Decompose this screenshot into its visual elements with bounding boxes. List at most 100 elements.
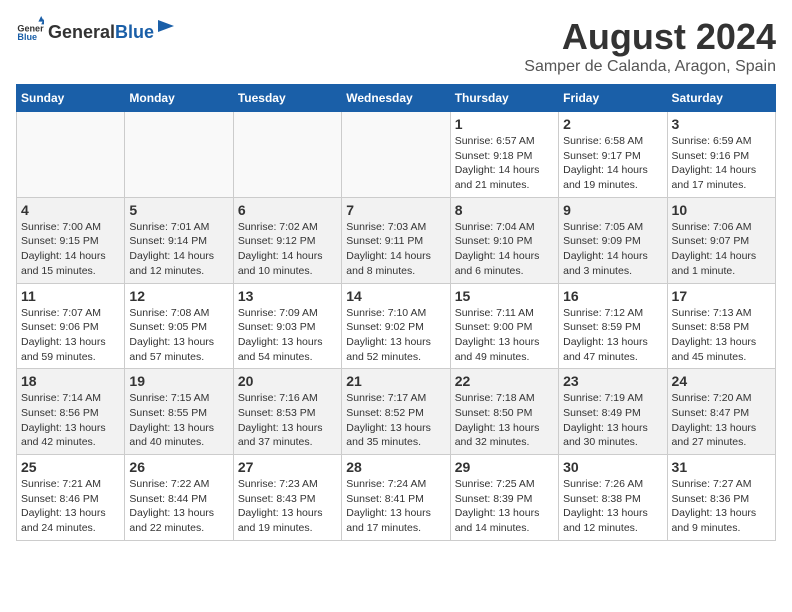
daylight-label: Daylight: 13 hours and 54 minutes. xyxy=(238,336,323,363)
sunrise-label: Sunrise: 7:16 AM xyxy=(238,392,318,404)
cell-content: Sunrise: 7:21 AMSunset: 8:46 PMDaylight:… xyxy=(21,477,120,536)
day-number: 13 xyxy=(238,288,337,304)
cell-content: Sunrise: 7:12 AMSunset: 8:59 PMDaylight:… xyxy=(563,306,662,365)
sunrise-label: Sunrise: 7:09 AM xyxy=(238,307,318,319)
cell-content: Sunrise: 7:16 AMSunset: 8:53 PMDaylight:… xyxy=(238,391,337,450)
sunrise-label: Sunrise: 7:01 AM xyxy=(129,221,209,233)
day-number: 6 xyxy=(238,202,337,218)
logo-blue: Blue xyxy=(115,22,154,43)
day-number: 9 xyxy=(563,202,662,218)
calendar-cell: 10Sunrise: 7:06 AMSunset: 9:07 PMDayligh… xyxy=(667,197,775,283)
daylight-label: Daylight: 14 hours and 15 minutes. xyxy=(21,250,106,277)
daylight-label: Daylight: 13 hours and 37 minutes. xyxy=(238,422,323,449)
calendar-cell: 19Sunrise: 7:15 AMSunset: 8:55 PMDayligh… xyxy=(125,369,233,455)
day-number: 18 xyxy=(21,373,120,389)
day-number: 27 xyxy=(238,459,337,475)
cell-content: Sunrise: 7:15 AMSunset: 8:55 PMDaylight:… xyxy=(129,391,228,450)
sunset-label: Sunset: 8:49 PM xyxy=(563,407,641,419)
calendar-cell xyxy=(233,112,341,198)
calendar-cell: 24Sunrise: 7:20 AMSunset: 8:47 PMDayligh… xyxy=(667,369,775,455)
calendar-cell: 7Sunrise: 7:03 AMSunset: 9:11 PMDaylight… xyxy=(342,197,450,283)
daylight-label: Daylight: 13 hours and 12 minutes. xyxy=(563,507,648,534)
day-number: 12 xyxy=(129,288,228,304)
sunset-label: Sunset: 9:12 PM xyxy=(238,235,316,247)
sunrise-label: Sunrise: 7:00 AM xyxy=(21,221,101,233)
calendar-cell: 14Sunrise: 7:10 AMSunset: 9:02 PMDayligh… xyxy=(342,283,450,369)
calendar-cell: 16Sunrise: 7:12 AMSunset: 8:59 PMDayligh… xyxy=(559,283,667,369)
day-number: 20 xyxy=(238,373,337,389)
sunrise-label: Sunrise: 7:12 AM xyxy=(563,307,643,319)
daylight-label: Daylight: 14 hours and 6 minutes. xyxy=(455,250,540,277)
sunrise-label: Sunrise: 6:58 AM xyxy=(563,135,643,147)
cell-content: Sunrise: 7:10 AMSunset: 9:02 PMDaylight:… xyxy=(346,306,445,365)
sunset-label: Sunset: 8:38 PM xyxy=(563,493,641,505)
sunrise-label: Sunrise: 7:19 AM xyxy=(563,392,643,404)
weekday-header-tuesday: Tuesday xyxy=(233,85,341,112)
cell-content: Sunrise: 7:22 AMSunset: 8:44 PMDaylight:… xyxy=(129,477,228,536)
sunset-label: Sunset: 9:02 PM xyxy=(346,321,424,333)
sunrise-label: Sunrise: 7:24 AM xyxy=(346,478,426,490)
daylight-label: Daylight: 13 hours and 14 minutes. xyxy=(455,507,540,534)
cell-content: Sunrise: 7:13 AMSunset: 8:58 PMDaylight:… xyxy=(672,306,771,365)
daylight-label: Daylight: 14 hours and 19 minutes. xyxy=(563,164,648,191)
day-number: 28 xyxy=(346,459,445,475)
day-number: 2 xyxy=(563,116,662,132)
cell-content: Sunrise: 7:23 AMSunset: 8:43 PMDaylight:… xyxy=(238,477,337,536)
day-number: 8 xyxy=(455,202,554,218)
sunrise-label: Sunrise: 7:05 AM xyxy=(563,221,643,233)
sunrise-label: Sunrise: 7:14 AM xyxy=(21,392,101,404)
calendar-cell: 21Sunrise: 7:17 AMSunset: 8:52 PMDayligh… xyxy=(342,369,450,455)
calendar-cell: 17Sunrise: 7:13 AMSunset: 8:58 PMDayligh… xyxy=(667,283,775,369)
sunset-label: Sunset: 9:05 PM xyxy=(129,321,207,333)
calendar-cell: 20 Sunrise: 7:16 AMSunset: 8:53 PMDayligh… xyxy=(233,369,341,455)
calendar-cell: 3Sunrise: 6:59 AMSunset: 9:16 PMDaylight… xyxy=(667,112,775,198)
day-number: 10 xyxy=(672,202,771,218)
logo-general: General xyxy=(48,22,115,43)
daylight-label: Daylight: 13 hours and 19 minutes. xyxy=(238,507,323,534)
day-number: 25 xyxy=(21,459,120,475)
cell-content: Sunrise: 7:18 AMSunset: 8:50 PMDaylight:… xyxy=(455,391,554,450)
sunset-label: Sunset: 8:55 PM xyxy=(129,407,207,419)
calendar-cell: 27 Sunrise: 7:23 AMSunset: 8:43 PMDayligh… xyxy=(233,455,341,541)
logo-icon: General Blue xyxy=(16,16,44,44)
calendar-cell: 8Sunrise: 7:04 AMSunset: 9:10 PMDaylight… xyxy=(450,197,558,283)
daylight-label: Daylight: 14 hours and 3 minutes. xyxy=(563,250,648,277)
daylight-label: Daylight: 13 hours and 49 minutes. xyxy=(455,336,540,363)
day-number: 31 xyxy=(672,459,771,475)
sunset-label: Sunset: 9:14 PM xyxy=(129,235,207,247)
cell-content: Sunrise: 7:19 AMSunset: 8:49 PMDaylight:… xyxy=(563,391,662,450)
calendar-cell xyxy=(17,112,125,198)
day-number: 23 xyxy=(563,373,662,389)
sunrise-label: Sunrise: 7:22 AM xyxy=(129,478,209,490)
sunrise-label: Sunrise: 7:15 AM xyxy=(129,392,209,404)
calendar-cell: 2 Sunrise: 6:58 AMSunset: 9:17 PMDaylight… xyxy=(559,112,667,198)
daylight-label: Daylight: 14 hours and 10 minutes. xyxy=(238,250,323,277)
calendar-week-3: 11Sunrise: 7:07 AMSunset: 9:06 PMDayligh… xyxy=(17,283,776,369)
cell-content: Sunrise: 7:03 AMSunset: 9:11 PMDaylight:… xyxy=(346,220,445,279)
cell-content: Sunrise: 7:00 AMSunset: 9:15 PMDaylight:… xyxy=(21,220,120,279)
sunset-label: Sunset: 8:50 PM xyxy=(455,407,533,419)
cell-content: Sunrise: 6:58 AMSunset: 9:17 PMDaylight:… xyxy=(563,134,662,193)
calendar-week-5: 25 Sunrise: 7:21 AM Sunset: 8:46 PM Dayligh… xyxy=(17,455,776,541)
calendar-subtitle: Samper de Calanda, Aragon, Spain xyxy=(524,58,776,76)
day-number: 4 xyxy=(21,202,120,218)
weekday-header-friday: Friday xyxy=(559,85,667,112)
weekday-header-row: SundayMondayTuesdayWednesdayThursdayFrid… xyxy=(17,85,776,112)
calendar-cell: 26Sunrise: 7:22 AMSunset: 8:44 PMDayligh… xyxy=(125,455,233,541)
sunset-label: Sunset: 8:46 PM xyxy=(21,493,99,505)
calendar-cell: 23Sunrise: 7:19 AMSunset: 8:49 PMDayligh… xyxy=(559,369,667,455)
sunrise-label: Sunrise: 7:21 AM xyxy=(21,478,101,490)
day-number: 21 xyxy=(346,373,445,389)
sunset-label: Sunset: 8:41 PM xyxy=(346,493,424,505)
cell-content: Sunrise: 7:08 AMSunset: 9:05 PMDaylight:… xyxy=(129,306,228,365)
calendar-cell: 15Sunrise: 7:11 AMSunset: 9:00 PMDayligh… xyxy=(450,283,558,369)
daylight-label: Daylight: 13 hours and 45 minutes. xyxy=(672,336,757,363)
cell-content: Sunrise: 7:26 AMSunset: 8:38 PMDaylight:… xyxy=(563,477,662,536)
calendar-week-2: 4 Sunrise: 7:00 AMSunset: 9:15 PMDaylight… xyxy=(17,197,776,283)
weekday-header-wednesday: Wednesday xyxy=(342,85,450,112)
header: General Blue General Blue August 2024 Sa… xyxy=(16,16,776,76)
sunrise-label: Sunrise: 7:10 AM xyxy=(346,307,426,319)
calendar-cell: 22Sunrise: 7:18 AMSunset: 8:50 PMDayligh… xyxy=(450,369,558,455)
calendar-cell: 29Sunrise: 7:25 AMSunset: 8:39 PMDayligh… xyxy=(450,455,558,541)
weekday-header-monday: Monday xyxy=(125,85,233,112)
